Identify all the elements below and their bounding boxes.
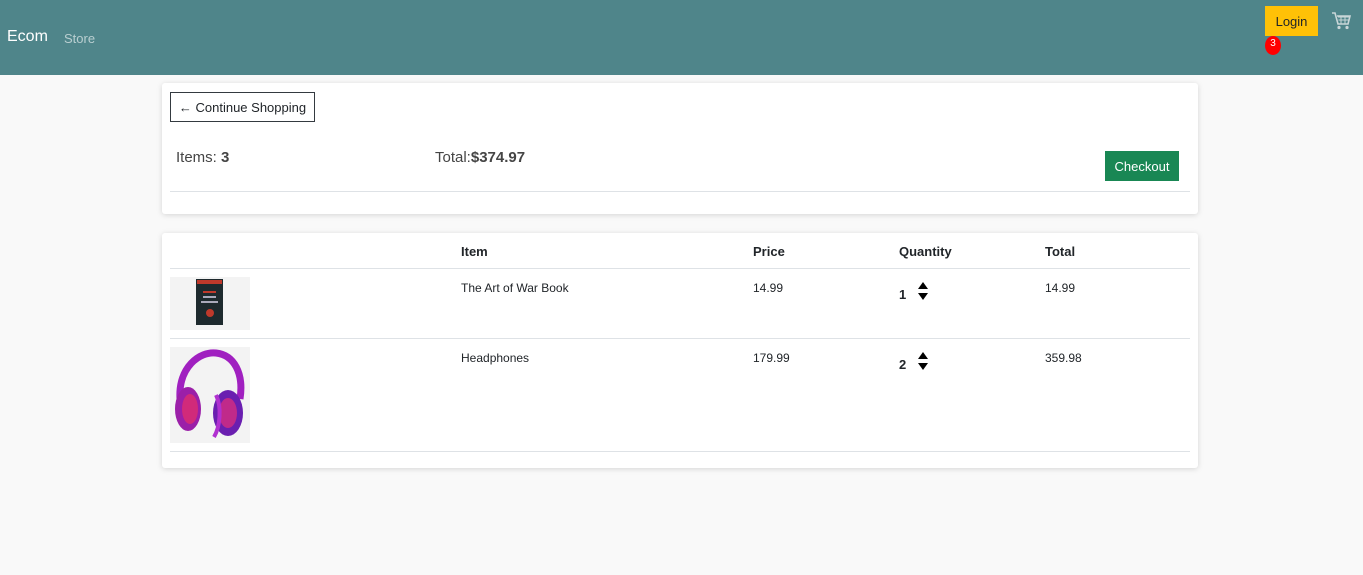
item-price: 14.99 bbox=[753, 281, 784, 295]
column-header-item: Item bbox=[461, 244, 488, 259]
nav-link-store[interactable]: Store bbox=[64, 31, 95, 46]
brand-logo[interactable]: Ecom bbox=[7, 28, 48, 46]
cart-total: Total:$374.97 bbox=[435, 149, 525, 166]
quantity-down-arrow-icon[interactable] bbox=[918, 293, 928, 300]
row-divider bbox=[170, 338, 1190, 339]
shopping-cart-icon[interactable] bbox=[1332, 12, 1352, 30]
item-quantity: 1 bbox=[899, 287, 907, 302]
item-total: 359.98 bbox=[1045, 351, 1082, 365]
navbar: Ecom Store Login 3 bbox=[0, 0, 1363, 75]
total-label: Total: bbox=[435, 149, 471, 166]
items-label: Items: bbox=[176, 149, 222, 166]
continue-shopping-button[interactable]: ← Continue Shopping bbox=[170, 92, 315, 122]
header-divider bbox=[170, 268, 1190, 269]
quantity-up-arrow-icon[interactable] bbox=[918, 282, 928, 289]
book-cover-image bbox=[170, 277, 250, 330]
item-total: 14.99 bbox=[1045, 281, 1076, 295]
login-button[interactable]: Login bbox=[1265, 6, 1318, 36]
quantity-up-arrow-icon[interactable] bbox=[918, 352, 928, 359]
item-name: Headphones bbox=[461, 351, 530, 365]
cart-items-table: Item Price Quantity Total The Art of War… bbox=[162, 233, 1198, 468]
column-header-quantity: Quantity bbox=[899, 244, 952, 259]
divider bbox=[170, 191, 1190, 192]
item-name: The Art of War Book bbox=[461, 281, 569, 295]
quantity-down-arrow-icon[interactable] bbox=[918, 363, 928, 370]
quantity-stepper bbox=[918, 282, 928, 300]
items-value: 3 bbox=[221, 149, 230, 166]
quantity-stepper bbox=[918, 352, 928, 370]
item-price: 179.99 bbox=[753, 351, 790, 365]
cart-count-badge: 3 bbox=[1265, 36, 1281, 55]
column-header-price: Price bbox=[753, 244, 785, 259]
item-quantity: 2 bbox=[899, 357, 907, 372]
headphones-image bbox=[170, 347, 250, 443]
row-divider bbox=[170, 451, 1190, 452]
items-count: Items: 3 bbox=[176, 149, 229, 166]
column-header-total: Total bbox=[1045, 244, 1076, 259]
checkout-button[interactable]: Checkout bbox=[1105, 151, 1179, 181]
total-value: $374.97 bbox=[470, 149, 526, 166]
cart-summary-card: ← Continue Shopping Items: 3 Total:$374.… bbox=[162, 83, 1198, 214]
